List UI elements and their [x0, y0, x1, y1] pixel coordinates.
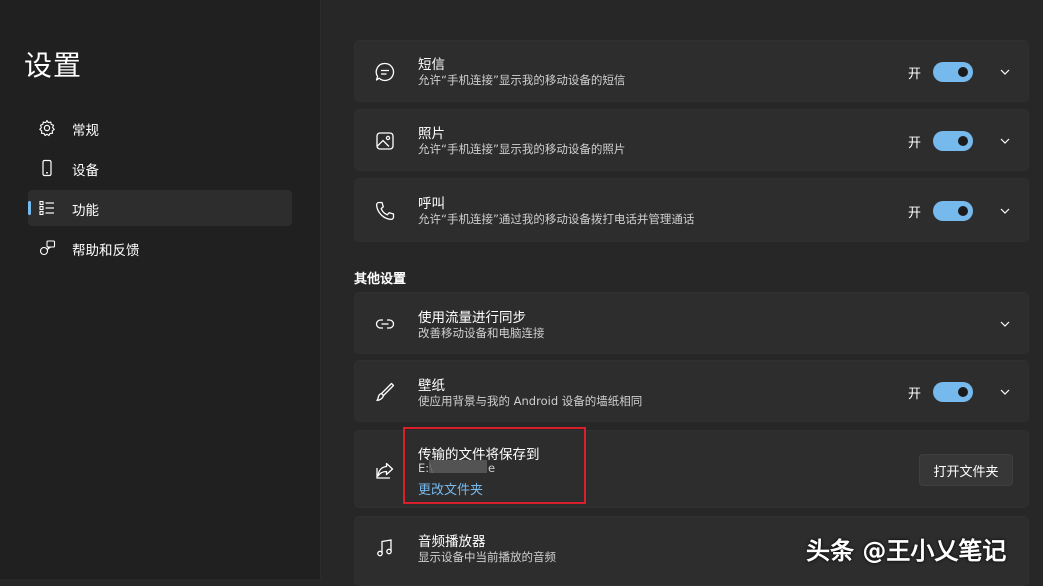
card-photos[interactable]: 照片 允许“手机连接”显示我的移动设备的照片 开 — [354, 109, 1029, 171]
phone-icon — [38, 159, 56, 177]
toggle-state-label: 开 — [907, 136, 921, 151]
sidebar-item-label: 设备 — [72, 163, 99, 179]
sidebar-item-label: 帮助和反馈 — [72, 243, 140, 259]
section-heading-other-settings: 其他设置 — [354, 272, 407, 287]
sidebar-item-label: 功能 — [72, 203, 99, 219]
toggle-state-label: 开 — [907, 206, 921, 221]
card-messages[interactable]: 短信 允许“手机连接”显示我的移动设备的短信 开 — [354, 40, 1029, 102]
toggle-state-label: 开 — [907, 67, 921, 82]
card-title: 使用流量进行同步 — [418, 310, 526, 326]
card-subtitle: 改善移动设备和电脑连接 — [418, 326, 545, 340]
toggle-knob — [958, 206, 968, 216]
wallpaper-toggle[interactable] — [933, 382, 973, 402]
sidebar: 设置 常规 设备 功能 帮助和反馈 — [0, 0, 320, 579]
toggle-knob — [958, 67, 968, 77]
card-subtitle: 显示设备中当前播放的音频 — [418, 550, 556, 564]
card-title: 壁纸 — [418, 378, 445, 394]
chevron-down-icon[interactable] — [998, 204, 1012, 218]
card-calls[interactable]: 呼叫 允许“手机连接”通过我的移动设备拨打电话并管理通话 开 — [354, 178, 1029, 242]
sidebar-item-help-feedback[interactable]: 帮助和反馈 — [28, 230, 292, 266]
open-folder-button[interactable]: 打开文件夹 — [919, 454, 1013, 486]
message-icon — [374, 61, 396, 83]
toggle-state-label: 开 — [907, 387, 921, 402]
watermark: 头条 @王小乂笔记 — [806, 537, 1007, 565]
photo-icon — [374, 130, 396, 152]
calls-toggle[interactable] — [933, 201, 973, 221]
card-subtitle: 使应用背景与我的 Android 设备的墙纸相同 — [418, 394, 643, 408]
toggle-knob — [958, 136, 968, 146]
card-subtitle: 允许“手机连接”显示我的移动设备的短信 — [418, 73, 626, 87]
card-subtitle: 允许“手机连接”显示我的移动设备的照片 — [418, 142, 626, 156]
card-title: 呼叫 — [418, 196, 445, 212]
card-subtitle: 允许“手机连接”通过我的移动设备拨打电话并管理通话 — [418, 212, 695, 226]
divider — [320, 0, 321, 579]
share-icon — [374, 459, 396, 481]
feature-list-icon — [38, 199, 56, 217]
selection-indicator — [28, 201, 31, 215]
chevron-down-icon[interactable] — [998, 317, 1012, 331]
toggle-knob — [958, 387, 968, 397]
sidebar-item-general[interactable]: 常规 — [28, 110, 292, 146]
chevron-down-icon[interactable] — [998, 134, 1012, 148]
sidebar-item-devices[interactable]: 设备 — [28, 150, 292, 186]
chevron-down-icon[interactable] — [998, 385, 1012, 399]
phone-call-icon — [374, 200, 396, 222]
music-icon — [374, 537, 396, 559]
messages-toggle[interactable] — [933, 62, 973, 82]
card-wallpaper[interactable]: 壁纸 使应用背景与我的 Android 设备的墙纸相同 开 — [354, 360, 1029, 422]
sidebar-item-label: 常规 — [72, 123, 99, 139]
sidebar-item-features[interactable]: 功能 — [28, 190, 292, 226]
link-icon — [374, 313, 396, 335]
brush-icon — [374, 381, 396, 403]
chevron-down-icon[interactable] — [998, 65, 1012, 79]
red-highlight-box — [403, 427, 586, 504]
card-sync-over-data[interactable]: 使用流量进行同步 改善移动设备和电脑连接 — [354, 292, 1029, 354]
page-title: 设置 — [24, 49, 83, 82]
gear-icon — [38, 119, 56, 137]
card-title: 短信 — [418, 57, 445, 73]
photos-toggle[interactable] — [933, 131, 973, 151]
help-feedback-icon — [38, 239, 56, 257]
card-title: 照片 — [418, 126, 445, 142]
card-title: 音频播放器 — [418, 534, 486, 550]
